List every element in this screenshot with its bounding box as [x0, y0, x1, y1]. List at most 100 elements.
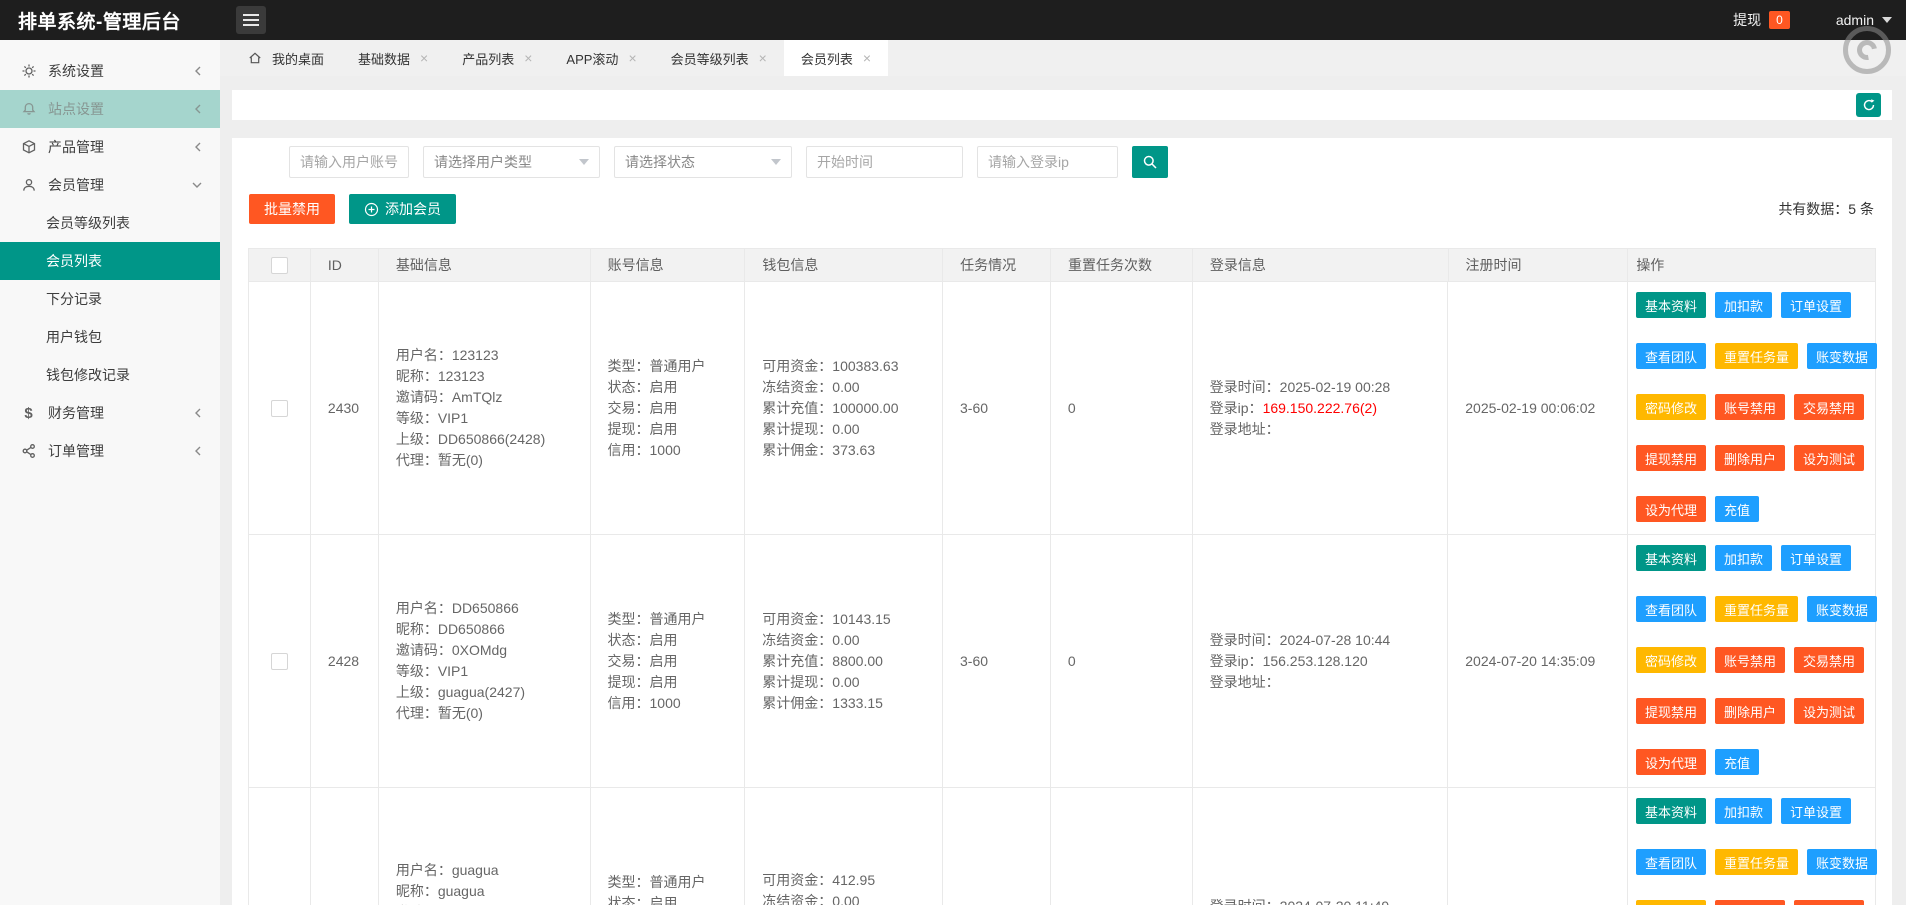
- basic-info-button[interactable]: 基本资料: [1636, 798, 1706, 824]
- view-team-button[interactable]: 查看团队: [1636, 343, 1706, 369]
- set-agent-button[interactable]: 设为代理: [1636, 749, 1706, 775]
- cell-reset-count: [1051, 788, 1193, 905]
- close-icon[interactable]: ×: [420, 50, 428, 66]
- account-change-button[interactable]: 账变数据: [1807, 343, 1877, 369]
- sidebar-item-user-wallet[interactable]: 用户钱包: [0, 318, 220, 356]
- column-wallet-info: 钱包信息: [745, 249, 943, 281]
- tab-basic-data[interactable]: 基础数据×: [341, 40, 445, 76]
- disable-trade-button[interactable]: 交易禁用: [1794, 394, 1864, 420]
- close-icon[interactable]: ×: [524, 50, 532, 66]
- reset-task-button[interactable]: 重置任务量: [1715, 343, 1798, 369]
- user-type-select[interactable]: 请选择用户类型: [423, 146, 600, 178]
- basic-info-button[interactable]: 基本资料: [1636, 545, 1706, 571]
- tab-app-scroll[interactable]: APP滚动 ×: [549, 40, 653, 76]
- change-password-button[interactable]: 密码修改: [1636, 900, 1706, 905]
- column-task-status: 任务情况: [943, 249, 1051, 281]
- cell-wallet-info: 可用资金：100383.63冻结资金：0.00累计充值：100000.00累计提…: [762, 282, 898, 534]
- sidebar-subitem-label: 会员列表: [46, 251, 102, 271]
- tab-label: APP滚动: [566, 49, 618, 68]
- row-checkbox[interactable]: [271, 653, 288, 670]
- sidebar-item-label: 产品管理: [48, 137, 104, 157]
- disable-trade-button[interactable]: 交易禁用: [1794, 647, 1864, 673]
- sidebar-item-finance-management[interactable]: $ 财务管理: [0, 394, 220, 432]
- cell-account-info: 类型：普通用户状态：启用交易：启用提现：启用信用：1000: [608, 282, 706, 534]
- add-deduct-button[interactable]: 加扣款: [1715, 292, 1772, 318]
- recharge-button[interactable]: 充值: [1715, 749, 1759, 775]
- filter-bar: 请选择用户类型 请选择状态: [232, 138, 1892, 178]
- reset-task-button[interactable]: 重置任务量: [1715, 849, 1798, 875]
- change-password-button[interactable]: 密码修改: [1636, 394, 1706, 420]
- sidebar-item-wallet-change-records[interactable]: 钱包修改记录: [0, 356, 220, 394]
- table-row: 2428 用户名：DD650866昵称：DD650866邀请码：0XOMdg等级…: [248, 535, 1876, 788]
- set-agent-button[interactable]: 设为代理: [1636, 496, 1706, 522]
- disable-account-button[interactable]: 账号禁用: [1715, 647, 1785, 673]
- change-password-button[interactable]: 密码修改: [1636, 647, 1706, 673]
- total-count: 共有数据：5 条: [1778, 199, 1874, 219]
- status-select[interactable]: 请选择状态: [614, 146, 792, 178]
- column-reset-count: 重置任务次数: [1051, 249, 1193, 281]
- column-account-info: 账号信息: [591, 249, 746, 281]
- view-team-button[interactable]: 查看团队: [1636, 596, 1706, 622]
- add-member-button[interactable]: 添加会员: [349, 194, 456, 224]
- account-input[interactable]: [289, 146, 409, 178]
- sidebar-item-site-settings[interactable]: 站点设置: [0, 90, 220, 128]
- disable-trade-button[interactable]: 交易禁用: [1794, 900, 1864, 905]
- set-test-button[interactable]: 设为测试: [1794, 445, 1864, 471]
- chevron-left-icon: [192, 64, 204, 78]
- cell-actions: 基本资料 加扣款 订单设置 查看团队 重置任务量 账变数据 密码修改 账号禁用 …: [1636, 535, 1877, 787]
- close-icon[interactable]: ×: [863, 50, 871, 66]
- account-change-button[interactable]: 账变数据: [1807, 596, 1877, 622]
- close-icon[interactable]: ×: [759, 50, 767, 66]
- recharge-button[interactable]: 充值: [1715, 496, 1759, 522]
- cell-login-info: 登录时间：2024-07-28 10:44 登录ip：156.253.128.1…: [1210, 535, 1391, 787]
- withdraw-link[interactable]: 提现: [1733, 10, 1761, 30]
- disable-account-button[interactable]: 账号禁用: [1715, 900, 1785, 905]
- sidebar-item-system-settings[interactable]: 系统设置: [0, 52, 220, 90]
- refresh-button[interactable]: [1856, 93, 1881, 117]
- sidebar-item-member-list[interactable]: 会员列表: [0, 242, 220, 280]
- basic-info-button[interactable]: 基本资料: [1636, 292, 1706, 318]
- batch-disable-button[interactable]: 批量禁用: [249, 194, 335, 224]
- account-change-button[interactable]: 账变数据: [1807, 849, 1877, 875]
- cell-reset-count: 0: [1051, 535, 1193, 787]
- select-all-checkbox[interactable]: [271, 257, 288, 274]
- reset-task-button[interactable]: 重置任务量: [1715, 596, 1798, 622]
- content-card: 请选择用户类型 请选择状态 批量禁用 添加会员 共有数据：5 条 ID 基础信息…: [232, 138, 1892, 905]
- delete-user-button[interactable]: 删除用户: [1715, 698, 1785, 724]
- order-settings-button[interactable]: 订单设置: [1781, 798, 1851, 824]
- sidebar-item-member-management[interactable]: 会员管理: [0, 166, 220, 204]
- sidebar-subitem-label: 会员等级列表: [46, 213, 130, 233]
- login-ip-input[interactable]: [977, 146, 1118, 178]
- sidebar-item-member-level-list[interactable]: 会员等级列表: [0, 204, 220, 242]
- order-settings-button[interactable]: 订单设置: [1781, 545, 1851, 571]
- sidebar-item-downscore-records[interactable]: 下分记录: [0, 280, 220, 318]
- delete-user-button[interactable]: 删除用户: [1715, 445, 1785, 471]
- bell-icon: [20, 101, 37, 118]
- chevron-down-icon: [771, 159, 781, 165]
- view-team-button[interactable]: 查看团队: [1636, 849, 1706, 875]
- close-icon[interactable]: ×: [628, 50, 636, 66]
- set-test-button[interactable]: 设为测试: [1794, 698, 1864, 724]
- cell-account-info: 类型：普通用户状态：启用交易：启用提现：启用信用：1000: [608, 535, 706, 787]
- orders-icon: [20, 443, 37, 460]
- tab-member-list[interactable]: 会员列表×: [784, 40, 888, 76]
- sidebar-item-order-management[interactable]: 订单管理: [0, 432, 220, 470]
- start-time-input[interactable]: [806, 146, 963, 178]
- order-settings-button[interactable]: 订单设置: [1781, 292, 1851, 318]
- app-title: 排单系统-管理后台: [18, 7, 218, 34]
- tab-member-level-list[interactable]: 会员等级列表×: [654, 40, 784, 76]
- disable-withdraw-button[interactable]: 提现禁用: [1636, 698, 1706, 724]
- sidebar-subitem-label: 钱包修改记录: [46, 365, 130, 385]
- row-checkbox[interactable]: [271, 400, 288, 417]
- disable-withdraw-button[interactable]: 提现禁用: [1636, 445, 1706, 471]
- add-deduct-button[interactable]: 加扣款: [1715, 798, 1772, 824]
- disable-account-button[interactable]: 账号禁用: [1715, 394, 1785, 420]
- topbar: 排单系统-管理后台 提现 0 admin: [0, 0, 1906, 40]
- cell-register-time: [1448, 788, 1628, 905]
- tab-product-list[interactable]: 产品列表×: [445, 40, 549, 76]
- hamburger-menu-icon[interactable]: [236, 6, 266, 34]
- tab-my-desktop[interactable]: 我的桌面: [231, 40, 341, 76]
- add-deduct-button[interactable]: 加扣款: [1715, 545, 1772, 571]
- search-button[interactable]: [1132, 146, 1168, 178]
- sidebar-item-product-management[interactable]: 产品管理: [0, 128, 220, 166]
